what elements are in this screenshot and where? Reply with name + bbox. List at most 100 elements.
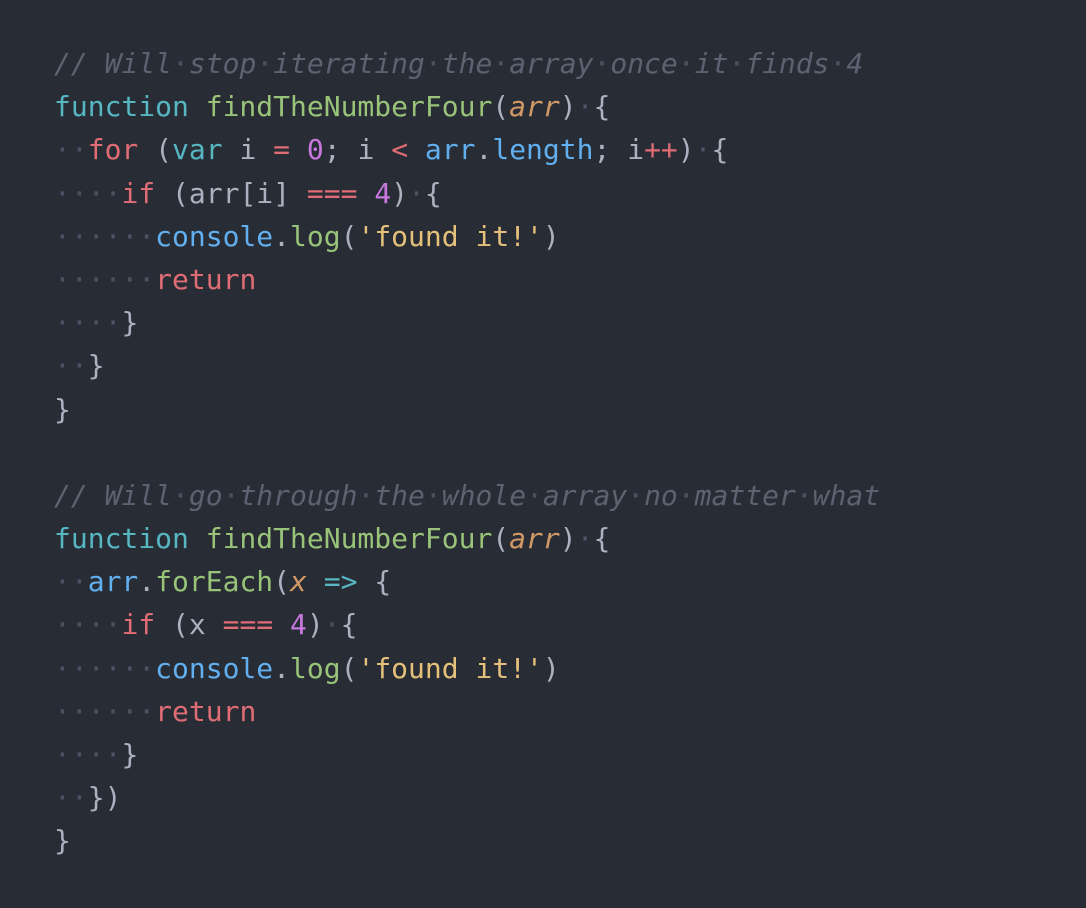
code-token: x — [290, 565, 307, 599]
code-token: ( — [340, 219, 358, 253]
code-line[interactable]: // Will·go·through·the·whole·array·no·ma… — [54, 474, 1086, 517]
whitespace-marker: · — [424, 478, 442, 512]
code-line[interactable]: // Will·stop·iterating·the·array·once·it… — [54, 42, 1086, 85]
whitespace-marker: · — [172, 47, 189, 80]
whitespace-marker: · — [222, 478, 240, 512]
code-token: 'found it!' — [357, 219, 543, 253]
code-token: 4 — [290, 608, 307, 642]
code-line[interactable]: ······console.log('found it!') — [54, 215, 1086, 258]
code-token: the — [374, 478, 425, 512]
code-line[interactable]: ··}) — [54, 776, 1086, 819]
code-token: < — [391, 133, 409, 167]
code-token: for — [87, 133, 139, 167]
whitespace-marker: · — [424, 47, 442, 80]
code-line[interactable]: ····} — [54, 733, 1086, 776]
code-token: if — [121, 608, 156, 642]
code-line[interactable]: ······console.log('found it!') — [54, 647, 1086, 690]
whitespace-marker: ···· — [54, 608, 122, 642]
code-token: ( — [273, 565, 291, 599]
whitespace-marker: ···· — [54, 176, 122, 210]
code-token: === — [306, 176, 358, 210]
whitespace-marker: · — [795, 478, 813, 512]
code-token: findTheNumberFour — [205, 522, 493, 556]
code-token: } — [54, 392, 71, 426]
whitespace-marker: ···· — [54, 738, 122, 771]
whitespace-marker: ······ — [54, 219, 156, 253]
code-token: arr — [509, 90, 560, 124]
code-token: ) — [391, 176, 409, 210]
whitespace-marker: ·· — [54, 781, 88, 815]
code-token: if — [121, 176, 156, 210]
code-token: findTheNumberFour — [205, 90, 493, 124]
code-token: var — [172, 133, 223, 167]
code-token: what — [812, 478, 881, 512]
code-line[interactable] — [54, 431, 1086, 474]
code-editor[interactable]: // Will·stop·iterating·the·array·once·it… — [0, 0, 1086, 908]
code-line[interactable]: } — [54, 819, 1086, 862]
code-token: ( — [492, 90, 510, 124]
code-token: return — [155, 694, 257, 728]
code-token: ( — [492, 522, 510, 556]
whitespace-marker: ······ — [54, 651, 156, 685]
code-token: { — [711, 133, 729, 167]
code-line[interactable]: ····if (x === 4)·{ — [54, 603, 1086, 646]
code-token: function — [54, 522, 189, 556]
code-token: === — [222, 608, 274, 642]
whitespace-marker: ······ — [54, 694, 156, 728]
code-token: } — [54, 824, 71, 858]
code-line[interactable]: ······return — [54, 258, 1086, 301]
code-token: log — [290, 651, 341, 685]
code-token: once — [610, 47, 678, 80]
code-token: arr — [509, 522, 560, 556]
code-token: . — [138, 565, 156, 599]
code-token: array — [509, 47, 594, 80]
code-token: stop — [188, 47, 257, 80]
whitespace-marker: · — [694, 133, 712, 167]
code-token: ) — [677, 133, 695, 167]
whitespace-marker: · — [627, 478, 645, 512]
code-token: { — [340, 608, 358, 642]
code-line[interactable]: ··} — [54, 344, 1086, 387]
code-line[interactable]: ······return — [54, 690, 1086, 733]
code-token: array — [542, 478, 628, 512]
code-token: } — [121, 306, 139, 340]
whitespace-marker: · — [677, 47, 695, 80]
whitespace-marker: ·· — [54, 133, 88, 167]
code-token: matter — [694, 478, 796, 512]
code-line[interactable]: ··arr.forEach(x => { — [54, 560, 1086, 603]
code-token: = — [273, 133, 291, 167]
code-line[interactable]: } — [54, 388, 1086, 431]
code-token: forEach — [155, 565, 274, 599]
code-token: (x — [155, 608, 223, 642]
code-token: ; i — [323, 133, 392, 167]
code-token: . — [273, 219, 291, 253]
code-token: ) — [306, 608, 324, 642]
code-token: log — [290, 219, 341, 253]
whitespace-marker: ···· — [54, 306, 122, 340]
code-token: go — [188, 478, 223, 512]
code-token: . — [273, 651, 291, 685]
whitespace-marker: · — [357, 478, 375, 512]
code-token: // Will — [54, 47, 173, 80]
whitespace-marker: · — [677, 478, 695, 512]
code-token: ) — [559, 522, 577, 556]
code-line[interactable]: ····if (arr[i] === 4)·{ — [54, 172, 1086, 215]
code-line[interactable]: function findTheNumberFour(arr)·{ — [54, 85, 1086, 128]
whitespace-marker: · — [576, 522, 594, 556]
whitespace-marker: · — [576, 90, 594, 124]
whitespace-marker: · — [256, 47, 274, 80]
code-token: console — [155, 651, 274, 685]
whitespace-marker: · — [323, 608, 341, 642]
code-token: => — [323, 565, 358, 599]
code-token: console — [155, 219, 274, 253]
code-token: 0 — [306, 133, 324, 167]
whitespace-marker: ······ — [54, 262, 156, 296]
code-line[interactable]: function findTheNumberFour(arr)·{ — [54, 517, 1086, 560]
code-line[interactable]: ··for (var i = 0; i < arr.length; i++)·{ — [54, 128, 1086, 171]
code-line[interactable]: ····} — [54, 301, 1086, 344]
code-token: iterating — [273, 47, 425, 80]
code-token: ( — [340, 651, 358, 685]
